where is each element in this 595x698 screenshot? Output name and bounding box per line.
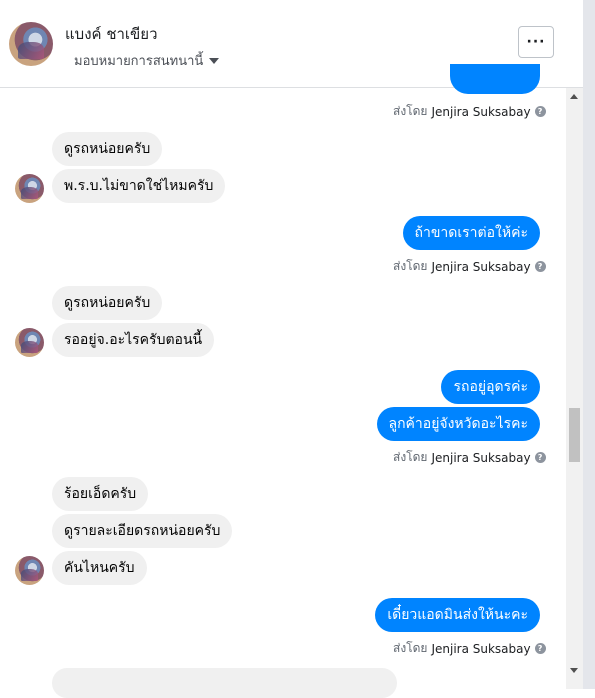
sent-by-info: ส่งโดย Jenjira Suksabay ? — [393, 448, 546, 467]
sent-by-prefix: ส่งโดย — [393, 259, 428, 273]
info-icon[interactable]: ? — [534, 643, 546, 654]
message-bubble-incoming[interactable]: ดูรถหน่อยครับ — [52, 286, 163, 320]
contact-name[interactable]: แบงค์ ชาเขียว — [65, 22, 158, 46]
sent-by-prefix: ส่งโดย — [393, 641, 428, 655]
message-bubble-incoming[interactable]: รออยู่จ.อะไรครับตอนนี้ — [52, 323, 215, 357]
message-bubble-outgoing[interactable]: เดี๋ยวแอดมินส่งให้นะคะ — [375, 598, 540, 632]
caret-down-icon — [209, 57, 220, 64]
scrollbar-thumb[interactable] — [569, 408, 580, 462]
info-icon[interactable]: ? — [534, 452, 546, 463]
sender-avatar[interactable] — [15, 174, 44, 203]
right-panel-edge — [583, 0, 595, 689]
message-bubble-incoming[interactable]: คันไหนครับ — [52, 551, 147, 585]
sent-by-name: Jenjira Suksabay — [431, 259, 531, 274]
message-bubble-incoming[interactable]: พ.ร.บ.ไม่ขาดใช่ไหมครับ — [52, 169, 226, 203]
more-options-button[interactable]: ··· — [518, 26, 554, 58]
sent-by-name: Jenjira Suksabay — [431, 104, 531, 119]
sender-avatar[interactable] — [15, 328, 44, 357]
message-bubble-incoming[interactable]: ดูรถหน่อยครับ — [52, 132, 163, 166]
sent-by-prefix: ส่งโดย — [393, 450, 428, 464]
message-bubble-incoming[interactable] — [52, 668, 397, 698]
info-icon[interactable]: ? — [534, 261, 546, 272]
assign-conversation-dropdown[interactable]: มอบหมายการสนทนานี้ — [74, 50, 220, 71]
scroll-up-arrow-icon[interactable] — [570, 94, 578, 99]
message-bubble-incoming[interactable]: ร้อยเอ็ดครับ — [52, 477, 149, 511]
message-bubble-outgoing[interactable]: ลูกค้าอยู่จังหวัดอะไรคะ — [376, 407, 540, 441]
message-list-scrollbar[interactable] — [566, 88, 583, 689]
message-bubble-outgoing[interactable]: รถอยู่อุดรค่ะ — [441, 370, 540, 404]
contact-avatar[interactable] — [9, 22, 53, 66]
assign-conversation-label: มอบหมายการสนทนานี้ — [74, 54, 204, 69]
info-icon[interactable]: ? — [534, 106, 546, 117]
sender-avatar[interactable] — [15, 556, 44, 585]
message-bubble-outgoing[interactable]: ถ้าขาดเราต่อให้ค่ะ — [402, 216, 540, 250]
message-bubble-outgoing[interactable] — [450, 64, 540, 94]
scroll-down-arrow-icon[interactable] — [570, 668, 578, 673]
sent-by-name: Jenjira Suksabay — [431, 450, 531, 465]
sent-by-name: Jenjira Suksabay — [431, 641, 531, 656]
message-bubble-incoming[interactable]: ดูรายละเอียดรถหน่อยครับ — [52, 514, 233, 548]
sent-by-info: ส่งโดย Jenjira Suksabay ? — [393, 102, 546, 121]
sent-by-info: ส่งโดย Jenjira Suksabay ? — [393, 257, 546, 276]
sent-by-info: ส่งโดย Jenjira Suksabay ? — [393, 639, 546, 658]
sent-by-prefix: ส่งโดย — [393, 104, 428, 118]
